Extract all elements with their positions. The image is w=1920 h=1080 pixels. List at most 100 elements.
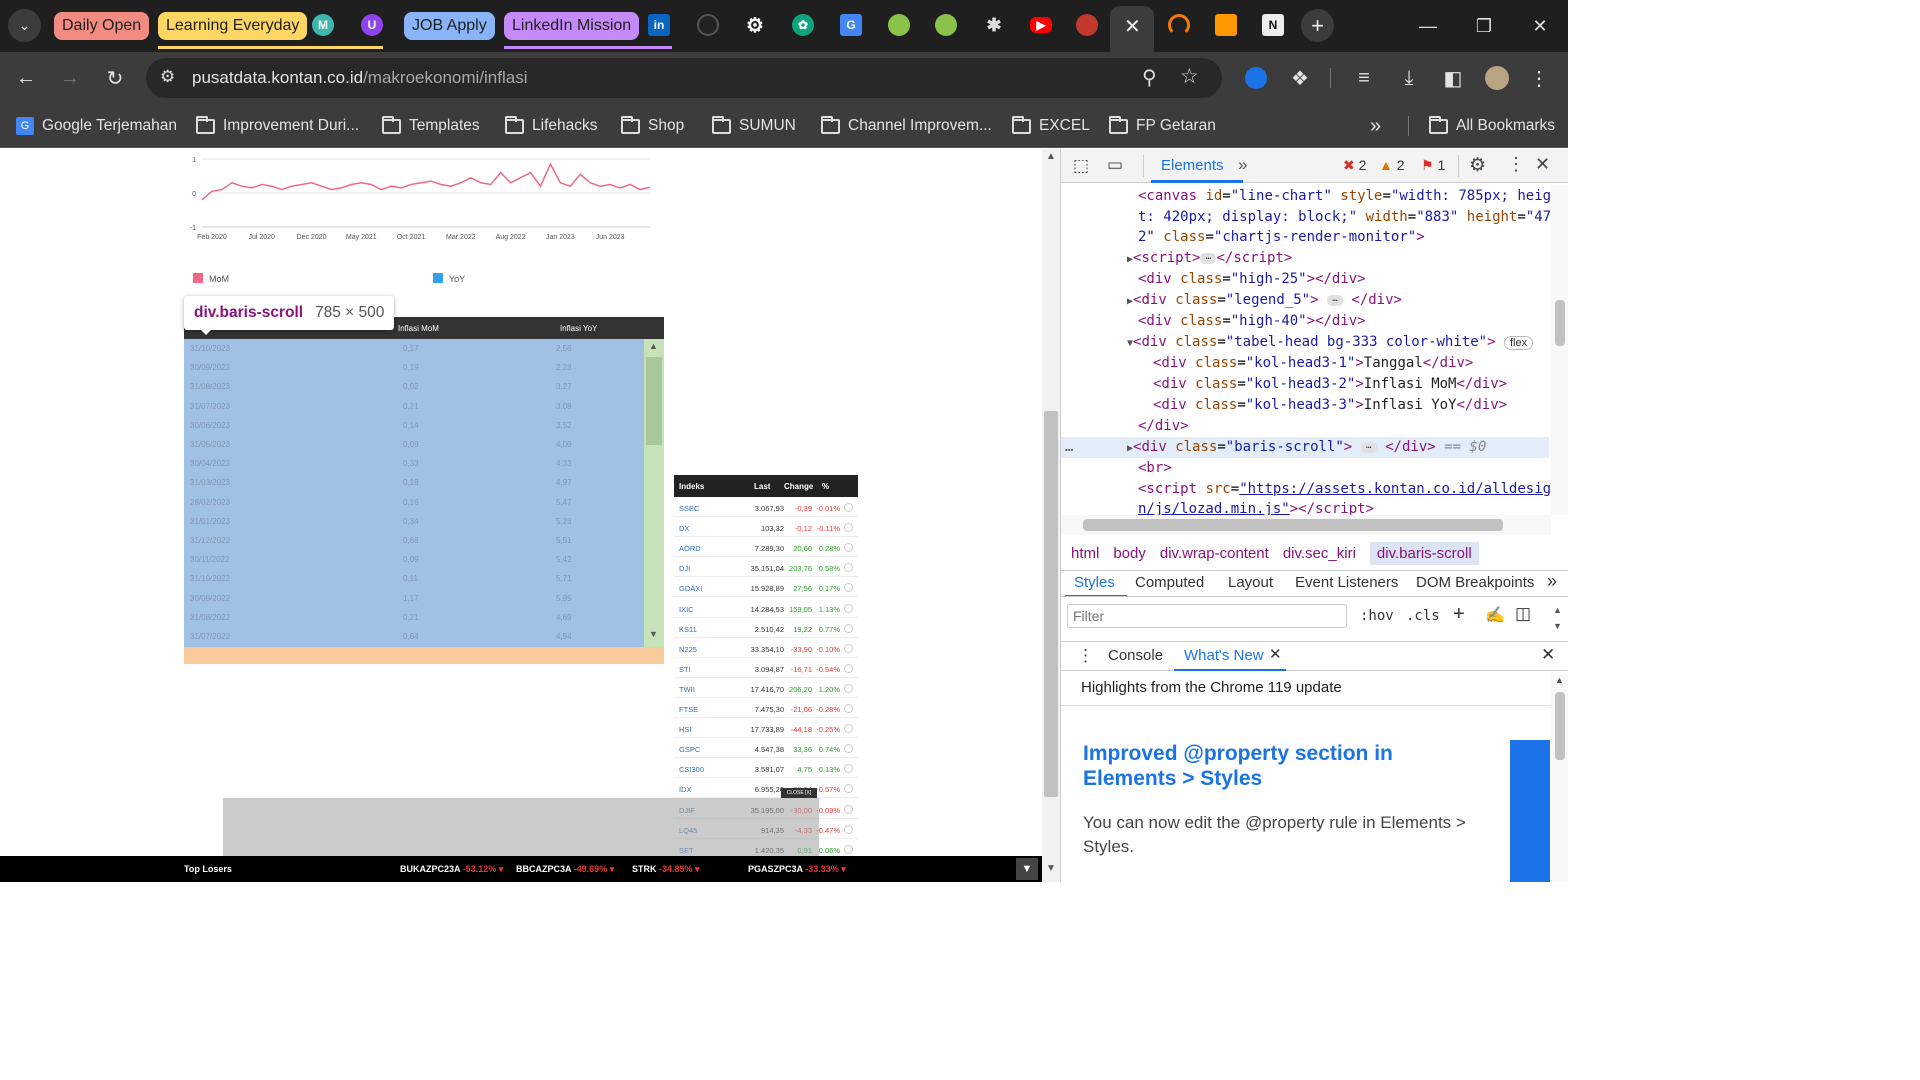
index-name[interactable]: DX: [679, 524, 689, 533]
issues-badge[interactable]: ⚑ 1: [1421, 157, 1445, 174]
breadcrumb-item[interactable]: div.sec_kiri: [1283, 545, 1356, 562]
bookmark-folder[interactable]: EXCEL: [1012, 114, 1090, 138]
close-tab-icon[interactable]: ✕: [1269, 645, 1282, 663]
tab-group-learning-everyday[interactable]: Learning Everyday: [158, 12, 308, 40]
dom-node-high-25[interactable]: <div class="high-25"></div>: [1138, 269, 1366, 290]
index-row[interactable]: GSPC 4.547,38 33,36 0.74%: [674, 738, 858, 759]
dom-node-high-40[interactable]: <div class="high-40"></div>: [1138, 311, 1366, 332]
tab-group-linkedin-mission[interactable]: LinkedIn Mission: [504, 12, 640, 40]
styles-filter-input[interactable]: [1067, 604, 1347, 628]
breadcrumb-item[interactable]: html: [1071, 545, 1099, 562]
youtube-icon[interactable]: ▶: [1030, 17, 1052, 33]
info-icon[interactable]: [844, 543, 853, 553]
info-icon[interactable]: [844, 744, 853, 754]
tab-group-job-apply[interactable]: JOB Apply: [404, 12, 495, 40]
address-bar[interactable]: ⚙ pusatdata.kontan.co.id/makroekonomi/in…: [146, 58, 1222, 98]
index-row[interactable]: TWII 17.416,70 206,20 1.20%: [674, 677, 858, 698]
dom-node-legend[interactable]: ▶<div class="legend_5"> … </div>: [1127, 290, 1402, 312]
index-row[interactable]: SSEC 3.067,93 -0,39 -0.01%: [674, 497, 858, 517]
gear-icon[interactable]: ⚙: [1469, 154, 1486, 177]
bookmark-folder[interactable]: Templates: [382, 114, 480, 138]
forward-button[interactable]: →: [56, 64, 84, 92]
bookmark-folder[interactable]: FP Getaran: [1109, 114, 1216, 138]
index-name[interactable]: GSPC: [679, 745, 700, 754]
info-icon[interactable]: [844, 824, 853, 834]
back-button[interactable]: ←: [12, 64, 40, 92]
bookmark-folder[interactable]: Shop: [621, 114, 684, 138]
more-tabs-icon[interactable]: »: [1547, 571, 1557, 592]
sublime-icon[interactable]: [1215, 14, 1237, 36]
kontan-icon[interactable]: [1168, 14, 1190, 36]
close-icon[interactable]: ✕: [1535, 154, 1550, 175]
scroll-up-icon[interactable]: ▲: [649, 341, 658, 351]
lime-icon[interactable]: [888, 14, 910, 36]
info-icon[interactable]: [844, 804, 853, 814]
tab-event-listeners[interactable]: Event Listeners: [1295, 574, 1398, 591]
notion-icon[interactable]: N: [1262, 14, 1284, 36]
bookmark-folder[interactable]: Channel Improvem...: [821, 114, 992, 138]
ticker-item[interactable]: BBCAZPC3A -49.69% ▾: [516, 864, 614, 875]
paint-brush-icon[interactable]: ✍: [1485, 605, 1505, 625]
github-icon[interactable]: [697, 14, 719, 36]
dom-node-br[interactable]: <br>: [1138, 458, 1172, 479]
info-icon[interactable]: [844, 724, 853, 734]
info-icon[interactable]: [844, 784, 853, 794]
site-info-icon[interactable]: ⚙: [160, 67, 175, 87]
scroll-up-icon[interactable]: ▲: [1046, 151, 1056, 162]
index-row[interactable]: IDX6.955,26-39,94-0.57%: [674, 778, 858, 799]
close-ad-button[interactable]: CLOSE [X]: [781, 788, 817, 798]
index-name[interactable]: HSI: [679, 725, 692, 734]
dom-scrollbar[interactable]: [1551, 185, 1568, 515]
scroll-down-icon[interactable]: ▼: [1553, 621, 1562, 631]
media-control-icon[interactable]: ≡: [1350, 64, 1378, 92]
breadcrumb-item[interactable]: div.wrap-content: [1160, 545, 1269, 562]
news-title-link[interactable]: Improved @property section in Elements >…: [1083, 741, 1413, 791]
index-row[interactable]: N225 33.354,10 -33,90 -0.10%: [674, 637, 858, 658]
reload-button[interactable]: ↻: [101, 64, 129, 92]
scroll-thumb[interactable]: [1044, 411, 1058, 797]
u-icon[interactable]: U: [361, 14, 383, 36]
info-icon[interactable]: [844, 764, 853, 774]
new-style-rule-icon[interactable]: +: [1453, 603, 1465, 626]
errors-badge[interactable]: ✖ 2: [1343, 157, 1366, 174]
chatgpt-icon[interactable]: ✿: [792, 14, 814, 36]
index-name[interactable]: AORD: [679, 544, 701, 553]
info-icon[interactable]: [844, 563, 853, 573]
lime-icon[interactable]: [935, 14, 957, 36]
download-icon[interactable]: ⤓: [1395, 64, 1423, 92]
kebab-menu-icon[interactable]: ⋮: [1507, 154, 1525, 175]
dom-node-tabel-head[interactable]: ▼<div class="tabel-head bg-333 color-whi…: [1127, 332, 1534, 354]
bug-icon[interactable]: ✱: [983, 14, 1005, 36]
breadcrumb-item[interactable]: body: [1113, 545, 1146, 562]
index-row[interactable]: GDAXI 15.928,89 27,56 0.17%: [674, 577, 858, 598]
avatar[interactable]: [1483, 64, 1511, 92]
info-icon[interactable]: [844, 523, 853, 533]
all-bookmarks-button[interactable]: All Bookmarks: [1429, 114, 1555, 138]
index-row[interactable]: KS11 2.510,42 19,22 0.77%: [674, 617, 858, 638]
info-icon[interactable]: [844, 623, 853, 633]
dom-node-baris-scroll[interactable]: ▶<div class="baris-scroll"> … </div> == …: [1127, 437, 1486, 459]
dom-node-kol-head[interactable]: <div class="kol-head3-1">Tanggal</div>: [1153, 353, 1473, 374]
dom-tree[interactable]: <canvas id="line-chart" style="width: 78…: [1061, 185, 1551, 515]
index-name[interactable]: CSI300: [679, 765, 704, 774]
index-name[interactable]: N225: [679, 645, 697, 654]
active-tab[interactable]: ✕: [1110, 6, 1154, 52]
page-scrollbar[interactable]: ▲ ▼: [1042, 149, 1060, 882]
tab-dom-breakpoints[interactable]: DOM Breakpoints: [1416, 574, 1534, 591]
index-row[interactable]: IXIC 14.284,53 159,05 1.13%: [674, 597, 858, 618]
cls-toggle[interactable]: .cls: [1406, 608, 1440, 624]
ticker-toggle-button[interactable]: ▼: [1016, 858, 1038, 880]
index-row[interactable]: STI 3.094,87 -16,71 -0.54%: [674, 657, 858, 678]
scroll-thumb[interactable]: [1555, 300, 1565, 346]
table-scrollbar[interactable]: ▲ ▼: [644, 339, 664, 647]
legend-label-mom[interactable]: MoM: [209, 274, 229, 284]
info-icon[interactable]: [844, 503, 853, 512]
dom-h-scrollbar[interactable]: [1061, 515, 1551, 535]
settings-icon[interactable]: ⚙: [744, 14, 766, 37]
bookmark-folder[interactable]: SUMUN: [712, 114, 796, 138]
minimize-button[interactable]: —: [1416, 14, 1440, 38]
series-line-mom[interactable]: [201, 162, 651, 201]
scroll-thumb[interactable]: [1555, 692, 1565, 760]
linkedin-icon[interactable]: in: [648, 14, 670, 36]
info-icon[interactable]: [844, 844, 853, 854]
